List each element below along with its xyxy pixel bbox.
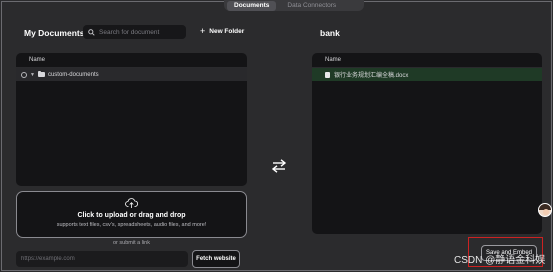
cloud-upload-icon [125,198,138,208]
upload-title: Click to upload or drag and drop [77,212,186,219]
fetch-website-button[interactable]: Fetch website [192,250,240,268]
document-search[interactable] [83,25,186,39]
column-header-name: Name [16,53,247,68]
save-and-embed-button[interactable]: Save and Embed [481,245,537,261]
plus-icon: + [200,26,206,36]
column-header-name: Name [312,53,542,68]
folder-name: custom-documents [47,71,99,78]
link-url-input[interactable] [16,251,188,267]
upload-dropzone[interactable]: Click to upload or drag and drop support… [16,191,247,238]
search-input[interactable] [99,28,185,36]
tab-documents[interactable]: Documents [227,0,277,11]
list-item[interactable]: 银行业务规划汇编全稿.docx [312,68,542,81]
top-tab-bar: Documents Data Connectors [224,0,364,11]
my-documents-title: My Documents [24,28,85,38]
file-icon [325,71,330,78]
search-icon [88,28,95,36]
or-submit-link-text: or submit a link [113,240,150,246]
avatar-face [543,209,549,215]
folder-icon [37,71,45,77]
tab-data-connectors[interactable]: Data Connectors [280,1,343,11]
workspace-title: bank [320,28,340,38]
upload-subtitle: supports text files, csv's, spreadsheets… [56,222,207,228]
new-folder-label: New Folder [209,27,245,35]
list-item[interactable]: ▼ custom-documents [16,68,247,81]
swap-arrows-icon[interactable] [271,158,287,174]
my-documents-panel: Name ▼ custom-documents [16,53,247,186]
new-folder-button[interactable]: + New Folder [200,26,245,36]
workspace-documents-panel: Name 银行业务规划汇编全稿.docx [312,53,542,234]
chevron-down-icon[interactable]: ▼ [30,72,35,78]
avatar[interactable] [538,203,552,217]
file-name: 银行业务规划汇编全稿.docx [334,73,409,79]
select-radio[interactable] [21,71,27,78]
